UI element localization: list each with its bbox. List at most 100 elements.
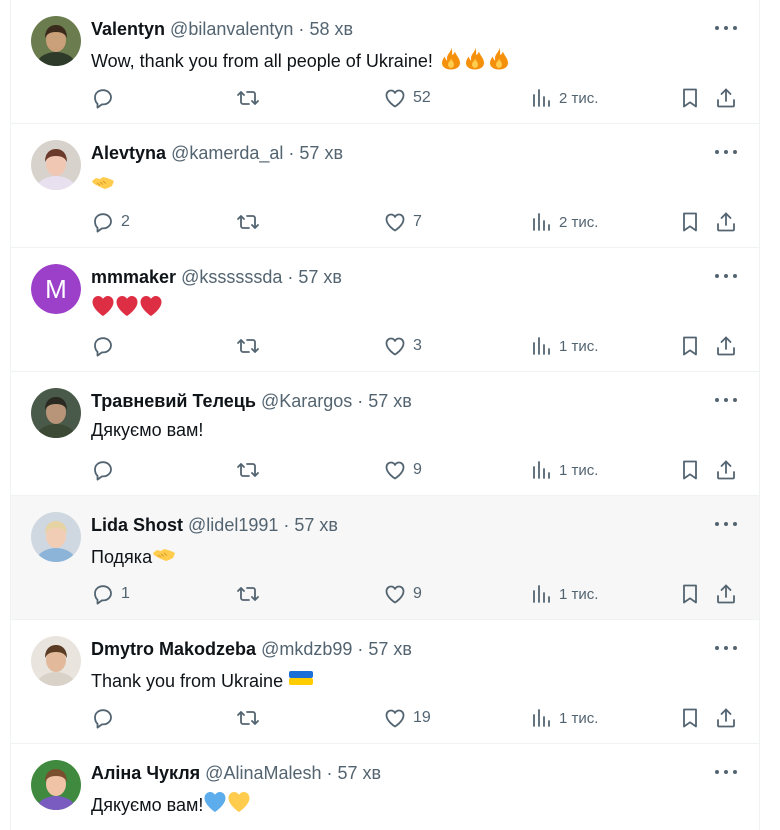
bookmark-button[interactable] [678,704,702,732]
views-button[interactable]: 1 тис. [529,580,598,608]
tweet-4[interactable]: Травневий Телець @Karargos · 57 хв Дякує… [11,372,759,496]
share-button[interactable] [714,208,738,236]
display-name[interactable]: Alevtyna [91,143,166,163]
retweet-button[interactable] [236,704,266,732]
timestamp[interactable]: 57 хв [368,639,412,659]
avatar[interactable]: M [31,264,81,314]
tweet-header: Valentyn @bilanvalentyn · 58 хв [91,18,699,40]
retweet-button[interactable] [236,332,266,360]
tweet-text-content: Wow, thank you from all people of Ukrain… [91,51,433,71]
reply-button[interactable] [91,456,121,484]
display-name[interactable]: Lida Shost [91,515,183,535]
heart-icon [385,709,405,728]
views-button[interactable]: 2 тис. [529,208,598,236]
bookmark-button[interactable] [678,332,702,360]
tweet-text: Дякуємо вам! [91,790,699,817]
bookmark-button[interactable] [678,208,702,236]
display-name[interactable]: Травневий Телець [91,391,256,411]
avatar[interactable] [31,140,81,190]
tweet-5[interactable]: Lida Shost @lidel1991 · 57 хв Подяка 1 9 [11,496,759,620]
share-button[interactable] [714,580,738,608]
reply-button[interactable] [91,332,121,360]
reply-button[interactable]: 1 [91,580,130,608]
share-button[interactable] [714,332,738,360]
yellow-heart-emoji [227,790,251,814]
more-icon[interactable] [715,640,737,656]
timestamp[interactable]: 57 хв [294,515,338,535]
user-handle[interactable]: @lidel1991 [188,515,278,535]
retweet-button[interactable] [236,580,266,608]
tweet-7[interactable]: Аліна Чукля @AlinaMalesh · 57 хв Дякуємо… [11,744,759,830]
tweet-text-content: Подяка [91,547,153,567]
share-button[interactable] [714,456,738,484]
avatar[interactable] [31,760,81,810]
user-handle[interactable]: @Karargos [261,391,352,411]
reply-icon [94,89,112,109]
more-icon[interactable] [715,392,737,408]
user-handle[interactable]: @kssssssda [181,267,282,287]
more-icon[interactable] [715,516,737,532]
action-bar: 3 1 тис. [91,332,741,360]
like-button[interactable]: 19 [383,704,431,732]
more-icon[interactable] [715,268,737,284]
views-button[interactable]: 2 тис. [529,84,598,112]
bookmark-button[interactable] [678,456,702,484]
separator: · [288,143,295,163]
tweet-text: Подяка [91,542,699,569]
views-button[interactable]: 1 тис. [529,456,598,484]
like-button[interactable]: 7 [383,208,422,236]
bookmark-icon [683,336,697,356]
heart-icon [385,585,405,604]
display-name[interactable]: Dmytro Makodzeba [91,639,256,659]
like-button[interactable]: 9 [383,456,422,484]
display-name[interactable]: mmmaker [91,267,176,287]
share-button[interactable] [714,704,738,732]
ukraine-flag-emoji [289,666,314,690]
bookmark-button[interactable] [678,84,702,112]
user-handle[interactable]: @mkdzb99 [261,639,352,659]
bookmark-button[interactable] [678,580,702,608]
like-button[interactable]: 52 [383,84,431,112]
like-button[interactable]: 3 [383,332,422,360]
reply-button[interactable] [91,704,121,732]
display-name[interactable]: Valentyn [91,19,165,39]
user-handle[interactable]: @AlinaMalesh [205,763,321,783]
tweet-2[interactable]: Alevtyna @kamerda_al · 57 хв 2 7 2 тис. [11,124,759,248]
views-button[interactable]: 1 тис. [529,704,598,732]
more-icon[interactable] [715,144,737,160]
user-handle[interactable]: @bilanvalentyn [170,19,293,39]
tweet-text: Дякуємо вам! [91,418,699,442]
tweet-1[interactable]: Valentyn @bilanvalentyn · 58 хв Wow, tha… [11,0,759,124]
red-heart-emoji [91,294,115,318]
avatar[interactable] [31,512,81,562]
tweet-3[interactable]: M mmmaker @kssssssda · 57 хв 3 1 тис. [11,248,759,372]
avatar[interactable] [31,388,81,438]
avatar[interactable] [31,636,81,686]
like-button[interactable]: 9 [383,580,422,608]
retweet-button[interactable] [236,84,266,112]
views-count: 2 тис. [559,213,599,231]
avatar[interactable] [31,16,81,66]
retweet-icon [237,587,259,601]
views-count: 1 тис. [559,337,599,355]
retweet-button[interactable] [236,208,266,236]
timestamp[interactable]: 57 хв [299,143,343,163]
retweet-button[interactable] [236,456,266,484]
tweet-header: Аліна Чукля @AlinaMalesh · 57 хв [91,762,699,784]
reply-button[interactable] [91,84,121,112]
timestamp[interactable]: 57 хв [338,763,382,783]
views-button[interactable]: 1 тис. [529,332,598,360]
timestamp[interactable]: 58 хв [309,19,353,39]
timestamp[interactable]: 57 хв [298,267,342,287]
more-icon[interactable] [715,764,737,780]
reply-feed: Valentyn @bilanvalentyn · 58 хв Wow, tha… [10,0,760,830]
share-button[interactable] [714,84,738,112]
reply-button[interactable]: 2 [91,208,130,236]
tweet-6[interactable]: Dmytro Makodzeba @mkdzb99 · 57 хв Thank … [11,620,759,744]
share-icon [717,708,735,728]
like-count: 52 [413,89,431,106]
display-name[interactable]: Аліна Чукля [91,763,200,783]
timestamp[interactable]: 57 хв [368,391,412,411]
more-icon[interactable] [715,20,737,36]
user-handle[interactable]: @kamerda_al [171,143,283,163]
